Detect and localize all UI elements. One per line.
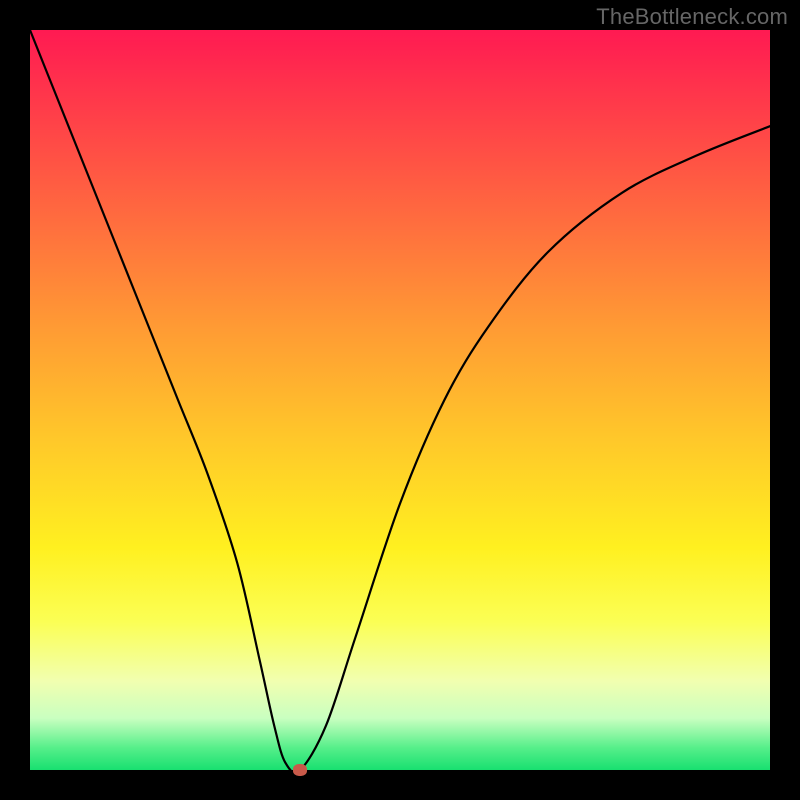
- watermark-text: TheBottleneck.com: [596, 4, 788, 30]
- bottleneck-curve: [30, 30, 770, 770]
- minimum-marker: [293, 764, 307, 776]
- chart-frame: TheBottleneck.com: [0, 0, 800, 800]
- plot-area: [30, 30, 770, 770]
